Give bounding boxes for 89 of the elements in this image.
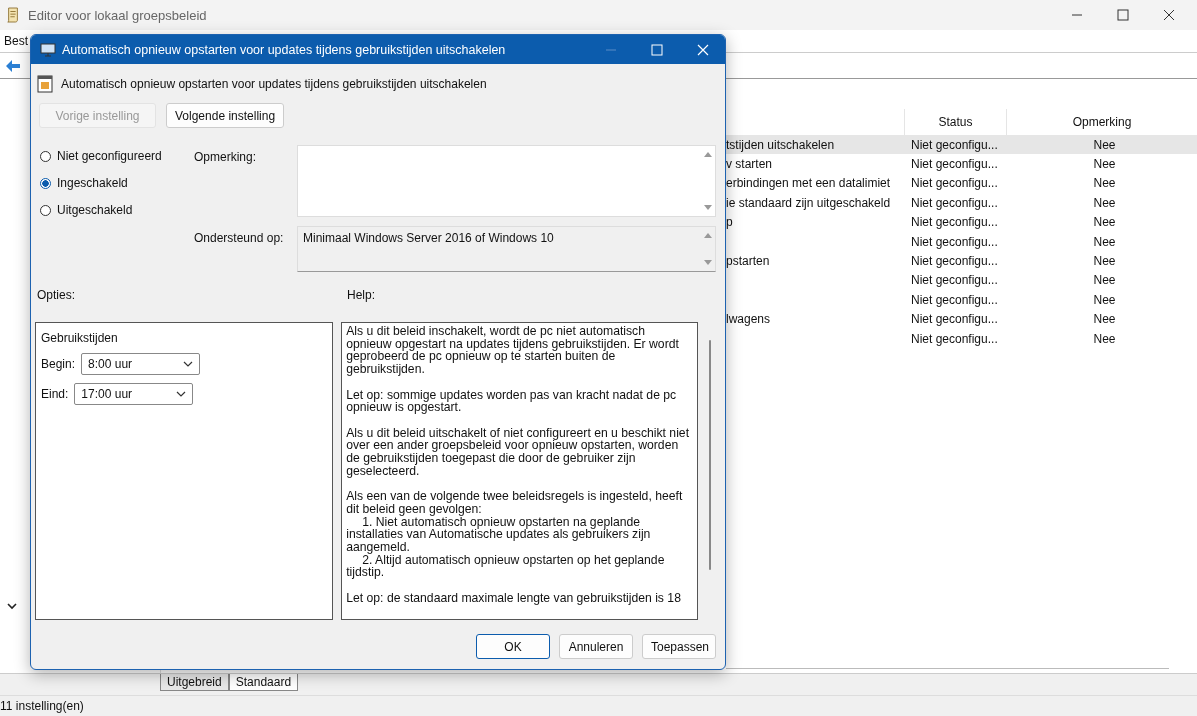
scroll-down-icon[interactable] [704, 205, 712, 211]
table-cell: Nee [1093, 215, 1116, 230]
table-cell: Nee [1093, 273, 1116, 288]
table-cell: Niet geconfigu... [911, 234, 998, 249]
table-cell: tstijden uitschakelen [726, 137, 835, 152]
table-cell: Niet geconfigu... [911, 195, 998, 210]
radio-button[interactable] [40, 150, 51, 162]
tab[interactable]: Uitgebreid [160, 674, 229, 691]
table-cell: Nee [1093, 195, 1116, 210]
table-cell: v starten [726, 157, 773, 172]
scroll-down-icon[interactable] [704, 260, 712, 266]
chevron-down-icon[interactable] [7, 603, 17, 611]
field-label: Begin: [41, 357, 76, 371]
help-text: Als een van de volgende twee beleidsregels is ingesteld, heeft dit beleid geen gevolgen: [346, 490, 684, 516]
help-text: 1. Niet automatisch opnieuw opstarten na geplande installaties van Automatische updates als gebruikers zijn aangemeld. [346, 515, 652, 554]
maximize-icon[interactable] [1117, 9, 1129, 21]
table-cell: Niet geconfigu... [911, 137, 998, 152]
scroll-icon [6, 7, 20, 23]
dialog-button[interactable]: OK [476, 634, 550, 659]
tab[interactable]: Standaard [228, 674, 299, 691]
scrollbar-thumb[interactable] [709, 340, 712, 570]
chevron-down-icon[interactable] [176, 391, 187, 397]
dialog-title: Automatisch opnieuw opstarten voor updates tijdens gebruikstijden uitschakelen [62, 42, 506, 57]
table-cell: Niet geconfigu... [911, 312, 998, 327]
time-dropdown[interactable]: 17:00 uur [74, 383, 194, 405]
table-cell: Niet geconfigu... [911, 176, 998, 191]
table-cell: Niet geconfigu... [911, 273, 998, 288]
dialog-button[interactable]: Toepassen [642, 634, 716, 659]
list-row[interactable]: tstijden uitschakelen Niet geconfigu... Nee [726, 135, 1197, 155]
list-row[interactable]: lwagens Niet geconfigu... Nee [726, 309, 1197, 329]
table-cell: Nee [1093, 331, 1116, 346]
field-label: Eind: [41, 387, 69, 401]
help-text: Als u dit beleid uitschakelt of niet configureert en u beschikt niet over een ander groepsbeleid voor opnieuw opstarten, worden de gebruikstijden toegepast die door de gebruiker zijn geselecteerd. [346, 426, 691, 478]
table-cell: Niet geconfigu... [911, 215, 998, 230]
list-row[interactable]: Niet geconfigu... Nee [726, 270, 1197, 291]
status-text: 11 instelling(en) [0, 699, 84, 713]
menu-item[interactable]: Best [4, 34, 28, 48]
help-text: 2. Altijd automatisch opnieuw opstarten op het geplande tijdstip. [346, 553, 666, 579]
field-label: Ondersteund op: [193, 230, 285, 247]
nav-button[interactable]: Volgende instelling [166, 103, 285, 128]
list-row[interactable]: Niet geconfigu... Nee [726, 328, 1197, 349]
time-dropdown[interactable]: 8:00 uur [81, 353, 201, 375]
back-arrow-icon[interactable] [5, 58, 21, 73]
radio-option[interactable]: Ingeschakeld [40, 176, 190, 190]
scroll-up-icon[interactable] [704, 151, 712, 157]
window-title: Editor voor lokaal groepsbeleid [28, 7, 207, 23]
table-cell: Nee [1093, 157, 1116, 172]
table-cell: Nee [1093, 292, 1116, 307]
close-icon[interactable] [1163, 9, 1175, 21]
options-title: Gebruikstijden [41, 331, 119, 345]
list-row[interactable]: v starten Niet geconfigu... Nee [726, 154, 1197, 174]
section-label: Help: [347, 288, 375, 302]
list-row[interactable]: erbindingen met een datalimiet Niet geconfigu... Nee [726, 173, 1197, 194]
supported-field: Minimaal Windows Server 2016 of Windows 10 [297, 226, 716, 272]
comment-field[interactable] [297, 145, 716, 217]
list-row[interactable]: Niet geconfigu... Nee [726, 290, 1197, 310]
help-text: Let op: sommige updates worden pas van kracht nadat de pc opnieuw is opgestart. [346, 388, 678, 414]
table-cell: Niet geconfigu... [911, 292, 998, 307]
scroll-up-icon[interactable] [704, 232, 712, 238]
table-cell: Nee [1093, 234, 1116, 249]
table-cell: Nee [1093, 137, 1116, 152]
table-cell: ie standaard zijn uitgeschakeld [726, 195, 891, 210]
table-cell: lwagens [726, 312, 771, 327]
radio-option[interactable]: Niet geconfigureerd [40, 149, 190, 163]
radio-button[interactable] [40, 204, 51, 216]
section-label: Opties: [37, 288, 76, 302]
list-row[interactable]: ie standaard zijn uitgeschakeld Niet geconfigu... Nee [726, 193, 1197, 213]
dialog-button[interactable]: Annuleren [559, 634, 633, 659]
table-cell: pstarten [726, 254, 770, 269]
table-cell: Niet geconfigu... [911, 331, 998, 346]
radio-button[interactable] [40, 177, 51, 189]
table-cell: Nee [1093, 254, 1116, 269]
table-cell: p [726, 215, 733, 230]
policy-heading: Automatisch opnieuw opstarten voor updates tijdens gebruikstijden uitschakelen [61, 77, 487, 91]
table-cell: Niet geconfigu... [911, 254, 998, 269]
table-cell: Nee [1093, 312, 1116, 327]
monitor-icon [40, 42, 56, 57]
field-label: Opmerking: [193, 149, 258, 166]
list-row[interactable]: pstarten Niet geconfigu... Nee [726, 251, 1197, 271]
table-cell: Nee [1093, 176, 1116, 191]
list-row[interactable]: Niet geconfigu... Nee [726, 231, 1197, 252]
list-row[interactable]: p Niet geconfigu... Nee [726, 212, 1197, 232]
radio-option[interactable]: Uitgeschakeld [40, 203, 190, 217]
help-text: Als u dit beleid inschakelt, wordt de pc niet automatisch opnieuw opgestart na updates tijdens gebruikstijden. Er wordt geprobeerd de pc opnieuw op te starten buiten de gebruikstijden. [346, 325, 680, 376]
help-text: Let op: de standaard maximale lengte van gebruikstijden is 18 [346, 591, 682, 605]
chevron-down-icon[interactable] [183, 361, 194, 367]
table-cell: Niet geconfigu... [911, 157, 998, 172]
table-cell: erbindingen met een datalimiet [726, 176, 891, 191]
settings-page-icon [37, 75, 53, 93]
